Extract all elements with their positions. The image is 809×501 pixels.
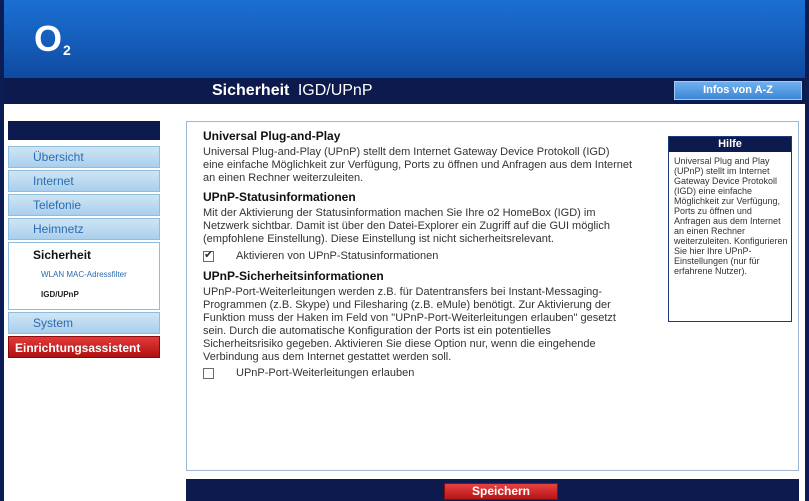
page-title-section: Sicherheit xyxy=(212,82,290,99)
bottom-bar: Speichern xyxy=(186,479,799,501)
status-checkbox-row: Aktivieren von UPnP-Statusinformationen xyxy=(203,249,633,263)
sidebar-subitem-wlan-mac-filter[interactable]: WLAN MAC-Adressfilter xyxy=(9,265,159,285)
info-a-z-button[interactable]: Infos von A-Z xyxy=(674,81,802,100)
o2-logo[interactable]: O2 xyxy=(34,18,71,60)
title-bar: Sicherheit IGD/UPnP Infos von A-Z xyxy=(4,78,805,104)
sidebar-group-sicherheit: Sicherheit WLAN MAC-Adressfilter IGD/UPn… xyxy=(8,242,160,310)
sidebar-item-uebersicht[interactable]: Übersicht xyxy=(8,146,160,168)
help-text: Universal Plug and Play (UPnP) stellt im… xyxy=(674,156,788,276)
sidebar-item-internet[interactable]: Internet xyxy=(8,170,160,192)
help-title: Hilfe xyxy=(669,137,791,152)
upnp-title: Universal Plug-and-Play xyxy=(203,129,341,143)
sidebar-item-telefonie[interactable]: Telefonie xyxy=(8,194,160,216)
security-title: UPnP-Sicherheitsinformationen xyxy=(203,269,384,283)
page-title: Sicherheit IGD/UPnP xyxy=(212,82,373,100)
sidebar-item-wizard[interactable]: Einrichtungsassistent xyxy=(8,336,160,358)
status-text: Mit der Aktivierung der Statusinformatio… xyxy=(203,207,610,245)
status-checkbox[interactable] xyxy=(203,249,214,262)
status-checkbox-label[interactable]: Aktivieren von UPnP-Statusinformationen xyxy=(236,250,438,263)
sidebar-item-heimnetz[interactable]: Heimnetz xyxy=(8,218,160,240)
sidebar-header xyxy=(8,121,160,140)
sidebar-nav: Übersicht Internet Telefonie Heimnetz Si… xyxy=(8,146,160,358)
content-panel: Universal Plug-and-Play Universal Plug-a… xyxy=(186,121,799,471)
sidebar-item-sicherheit[interactable]: Sicherheit xyxy=(9,245,159,265)
status-title: UPnP-Statusinformationen xyxy=(203,190,356,204)
security-text: UPnP-Port-Weiterleitungen werden z.B. fü… xyxy=(203,286,616,363)
upnp-text: Universal Plug-and-Play (UPnP) stellt de… xyxy=(203,146,633,184)
page-title-subsection: IGD/UPnP xyxy=(297,82,373,99)
port-forwarding-checkbox-row: UPnP-Port-Weiterleitungen erlauben xyxy=(203,367,633,380)
port-forwarding-checkbox[interactable] xyxy=(203,368,214,379)
sidebar-subitem-igd-upnp[interactable]: IGD/UPnP xyxy=(9,285,159,305)
port-forwarding-checkbox-label[interactable]: UPnP-Port-Weiterleitungen erlauben xyxy=(236,367,414,380)
sidebar-item-system[interactable]: System xyxy=(8,312,160,334)
header: O2 xyxy=(4,0,805,78)
content-column: Universal Plug-and-Play Universal Plug-a… xyxy=(203,130,633,387)
save-button[interactable]: Speichern xyxy=(444,483,558,500)
help-box: Hilfe Universal Plug and Play (UPnP) ste… xyxy=(668,136,792,322)
